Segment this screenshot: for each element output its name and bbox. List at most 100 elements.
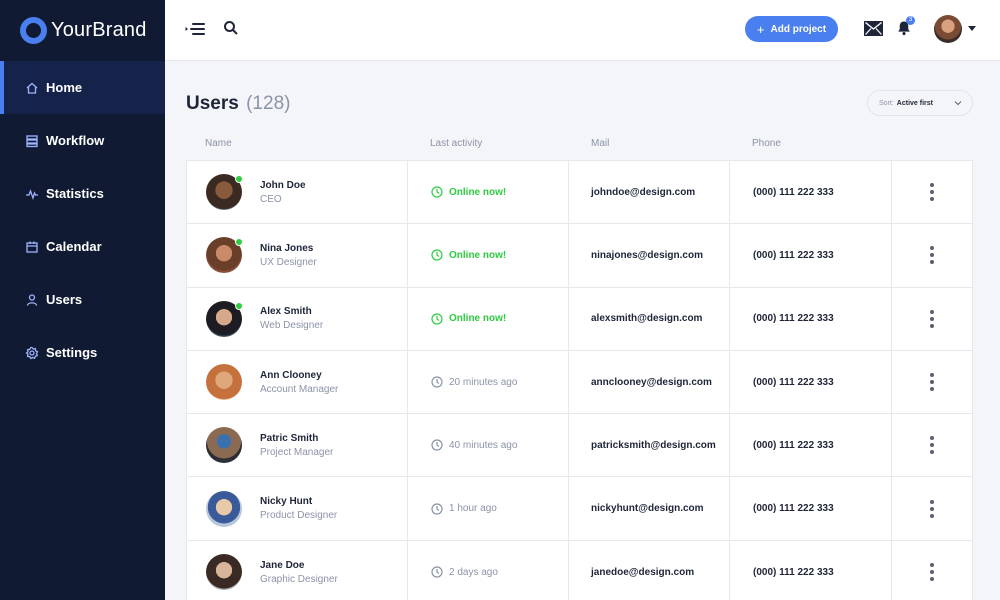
- statistics-icon: [25, 187, 39, 201]
- column-header-phone[interactable]: Phone: [752, 138, 781, 149]
- mail-cell: nickyhunt@design.com: [569, 477, 730, 540]
- clock-icon: [431, 186, 443, 198]
- user-name[interactable]: Ann Clooney: [260, 370, 338, 381]
- notifications[interactable]: 3: [897, 16, 915, 38]
- user-role: Web Designer: [260, 320, 324, 332]
- user-icon: [25, 293, 39, 307]
- user-cell: Ann Clooney Account Manager: [187, 350, 408, 414]
- notification-badge: 3: [906, 16, 915, 25]
- phone-cell: (000) 111 222 333: [730, 540, 892, 600]
- column-header-mail[interactable]: Mail: [591, 138, 609, 149]
- mail-icon[interactable]: [864, 21, 883, 36]
- sidebar-item-statistics[interactable]: Statistics: [0, 167, 165, 220]
- table-row[interactable]: Patric Smith Project Manager 40 minutes ag…: [187, 414, 972, 478]
- user-name[interactable]: Nina Jones: [260, 243, 317, 254]
- table-row[interactable]: John Doe CEO Online now! johndoe@design.com…: [187, 161, 972, 225]
- avatar[interactable]: [206, 300, 243, 337]
- row-actions-cell: [892, 414, 972, 476]
- users-count: (128): [246, 93, 291, 114]
- brand[interactable]: YourBrand: [0, 0, 165, 61]
- column-header-last-activity[interactable]: Last activity: [430, 138, 482, 149]
- gear-icon: [25, 346, 39, 360]
- sidebar-item-workflow[interactable]: Workflow: [0, 114, 165, 167]
- users-table: John Doe CEO Online now! johndoe@design.com…: [186, 160, 973, 600]
- avatar[interactable]: [206, 364, 242, 401]
- phone-cell: (000) 111 222 333: [730, 414, 892, 477]
- sidebar-item-calendar[interactable]: Calendar: [0, 220, 165, 273]
- topbar: + Add project 3: [165, 0, 1000, 61]
- mail-cell: alexsmith@design.com: [569, 287, 730, 350]
- plus-icon: +: [756, 21, 765, 37]
- user-name[interactable]: Nicky Hunt: [260, 496, 337, 507]
- column-header-name[interactable]: Name: [205, 138, 232, 149]
- page-title: Users (128): [186, 93, 290, 115]
- user-email[interactable]: johndoe@design.com: [591, 187, 695, 198]
- user-cell: Nina Jones UX Designer: [187, 224, 408, 287]
- activity-text: Online now!: [449, 186, 507, 198]
- online-status-dot: [235, 238, 243, 247]
- user-phone: (000) 111 222 333: [753, 503, 834, 515]
- user-email[interactable]: janedoe@design.com: [591, 567, 694, 578]
- table-row[interactable]: Nina Jones UX Designer Online now! ninajone…: [187, 224, 972, 288]
- table-row[interactable]: Nicky Hunt Product Designer 1 hour ago nick…: [187, 477, 972, 541]
- user-name[interactable]: Alex Smith: [260, 306, 323, 317]
- sort-value: Active first: [896, 99, 933, 107]
- sidebar-item-home[interactable]: Home: [0, 61, 165, 114]
- clock-icon: [431, 313, 443, 325]
- more-options-icon[interactable]: [930, 309, 934, 328]
- more-options-icon[interactable]: [930, 563, 934, 582]
- user-name[interactable]: Jane Doe: [260, 560, 338, 571]
- sidebar-item-settings[interactable]: Settings: [0, 326, 165, 379]
- more-options-icon[interactable]: [930, 436, 934, 455]
- sidebar-item-label: Home: [46, 80, 83, 95]
- row-actions-cell: [892, 161, 972, 223]
- more-options-icon[interactable]: [930, 183, 934, 202]
- activity-text: 2 days ago: [449, 566, 498, 578]
- avatar[interactable]: [206, 237, 243, 274]
- avatar[interactable]: [206, 490, 242, 527]
- user-info: Alex Smith Web Designer: [260, 306, 323, 331]
- user-phone: (000) 111 222 333: [753, 313, 834, 325]
- phone-cell: (000) 111 222 333: [730, 161, 892, 224]
- add-project-button[interactable]: + Add project: [745, 16, 838, 42]
- activity-text: 1 hour ago: [449, 503, 497, 515]
- avatar[interactable]: [206, 554, 242, 591]
- user-email[interactable]: patricksmith@design.com: [591, 440, 716, 451]
- user-name[interactable]: John Doe: [260, 180, 306, 191]
- user-email[interactable]: annclooney@design.com: [591, 377, 712, 388]
- search-icon[interactable]: [223, 20, 239, 36]
- user-phone: (000) 111 222 333: [753, 376, 834, 388]
- user-email[interactable]: alexsmith@design.com: [591, 313, 702, 324]
- mail-cell: ninajones@design.com: [569, 224, 730, 287]
- table-row[interactable]: Jane Doe Graphic Designer 2 days ago janedo…: [187, 540, 972, 600]
- table-row[interactable]: Ann Clooney Account Manager 20 minutes ago…: [187, 350, 972, 415]
- chevron-down-icon[interactable]: [968, 26, 976, 31]
- sidebar-item-label: Settings: [46, 345, 98, 360]
- user-info: Patric Smith Project Manager: [260, 433, 333, 458]
- user-phone: (000) 111 222 333: [753, 249, 834, 261]
- table-row[interactable]: Alex Smith Web Designer Online now! alexsmi…: [187, 287, 972, 351]
- avatar[interactable]: [206, 427, 242, 464]
- avatar[interactable]: [934, 15, 962, 43]
- user-cell: Patric Smith Project Manager: [187, 414, 408, 477]
- phone-cell: (000) 111 222 333: [730, 477, 892, 540]
- more-options-icon[interactable]: [930, 373, 934, 392]
- more-options-icon[interactable]: [930, 499, 934, 518]
- sidebar-item-label: Users: [46, 292, 83, 307]
- user-phone: (000) 111 222 333: [753, 186, 834, 198]
- workflow-icon: [25, 134, 39, 148]
- user-role: Product Designer: [260, 510, 338, 522]
- row-actions-cell: [892, 477, 972, 539]
- user-email[interactable]: nickyhunt@design.com: [591, 503, 704, 514]
- phone-cell: (000) 111 222 333: [730, 224, 892, 287]
- clock-icon: [431, 566, 443, 579]
- avatar[interactable]: [206, 174, 243, 211]
- sidebar-item-label: Workflow: [46, 133, 105, 148]
- more-options-icon[interactable]: [930, 246, 934, 265]
- sort-dropdown[interactable]: Sort: Active first: [867, 90, 973, 116]
- menu-toggle-icon[interactable]: [185, 20, 207, 38]
- sidebar-item-users[interactable]: Users: [0, 273, 165, 326]
- user-email[interactable]: ninajones@design.com: [591, 250, 703, 261]
- user-name[interactable]: Patric Smith: [260, 433, 333, 444]
- user-info: Ann Clooney Account Manager: [260, 370, 338, 395]
